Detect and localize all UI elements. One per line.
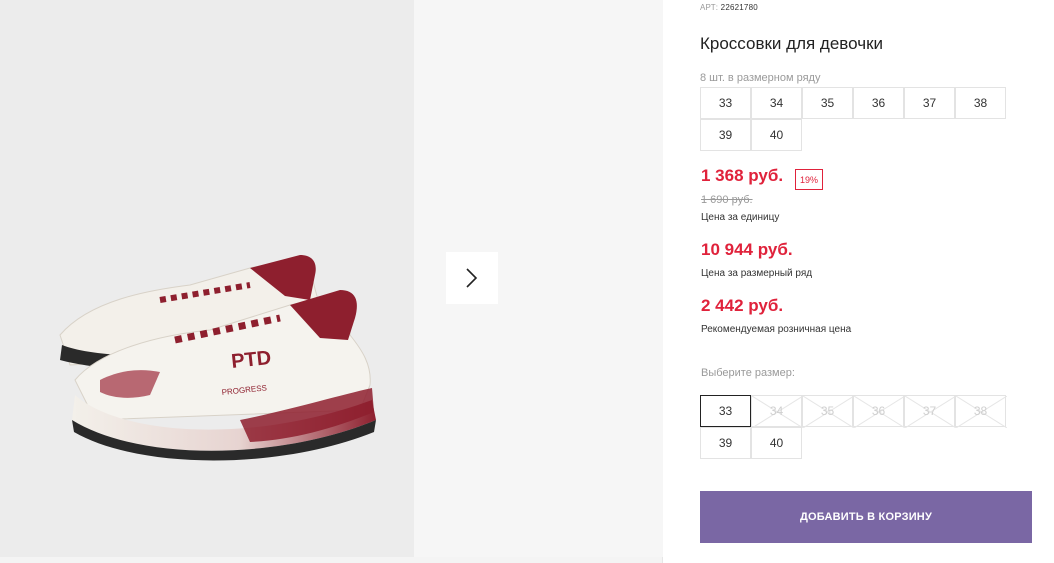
retail-price: 2 442 руб.: [701, 296, 784, 315]
current-price: 1 368 руб.: [701, 166, 784, 185]
unit-price-label: Цена за единицу: [701, 212, 780, 223]
size-run-cell: 36: [853, 87, 904, 119]
add-to-cart-button[interactable]: ДОБАВИТЬ В КОРЗИНУ: [700, 491, 1032, 543]
size-option-label: 33: [718, 404, 733, 418]
product-photo-main[interactable]: PTD PROGRESS: [0, 0, 414, 557]
size-run-cell: 40: [751, 119, 802, 151]
size-option-37: 37: [904, 395, 956, 428]
product-title: Кроссовки для девочки: [700, 34, 883, 53]
chevron-right-icon: [466, 268, 478, 288]
old-price: 1 690 руб.: [701, 194, 753, 206]
size-option-39[interactable]: 39: [700, 427, 751, 459]
choose-size-label: Выберите размер:: [701, 367, 795, 379]
size-option-label: 39: [718, 436, 733, 450]
sku-label: АРТ:: [700, 3, 719, 12]
size-run-cell: 37: [904, 87, 955, 119]
size-option-33[interactable]: 33: [700, 395, 751, 427]
sku: АРТ: 22621780: [700, 3, 758, 12]
product-gallery: PTD PROGRESS: [0, 0, 663, 563]
sku-value: 22621780: [720, 3, 758, 12]
sneakers-image: PTD PROGRESS: [59, 255, 376, 461]
size-option-label: 40: [769, 436, 784, 450]
size-run-cell: 33: [700, 87, 751, 119]
size-picker-grid: 33 34 35 36 37 38 39 40: [700, 395, 1007, 460]
gallery-next-button[interactable]: [446, 252, 498, 304]
size-option-38: 38: [955, 395, 1007, 428]
size-option-label: 36: [871, 404, 886, 418]
size-option-36: 36: [853, 395, 905, 428]
size-option-35: 35: [802, 395, 854, 428]
size-run-cell: 39: [700, 119, 751, 151]
size-option-40[interactable]: 40: [751, 427, 802, 459]
size-run-price: 10 944 руб.: [701, 240, 793, 259]
size-run-cell: 38: [955, 87, 1006, 119]
size-run-cell: 35: [802, 87, 853, 119]
size-run-price-label: Цена за размерный ряд: [701, 268, 813, 279]
size-option-label: 38: [973, 404, 988, 418]
size-option-label: 37: [922, 404, 937, 418]
size-option-34: 34: [751, 395, 803, 428]
retail-price-label: Рекомендуемая розничная цена: [701, 324, 852, 335]
size-run-note: 8 шт. в размерном ряду: [700, 72, 821, 84]
size-option-label: 34: [769, 404, 784, 418]
discount-badge: 19%: [795, 169, 824, 190]
size-run-cell: 34: [751, 87, 802, 119]
shoe-logo: PTD: [230, 347, 272, 373]
size-run-grid: 33 34 35 36 37 38 39 40: [700, 87, 1007, 152]
size-option-label: 35: [820, 404, 835, 418]
